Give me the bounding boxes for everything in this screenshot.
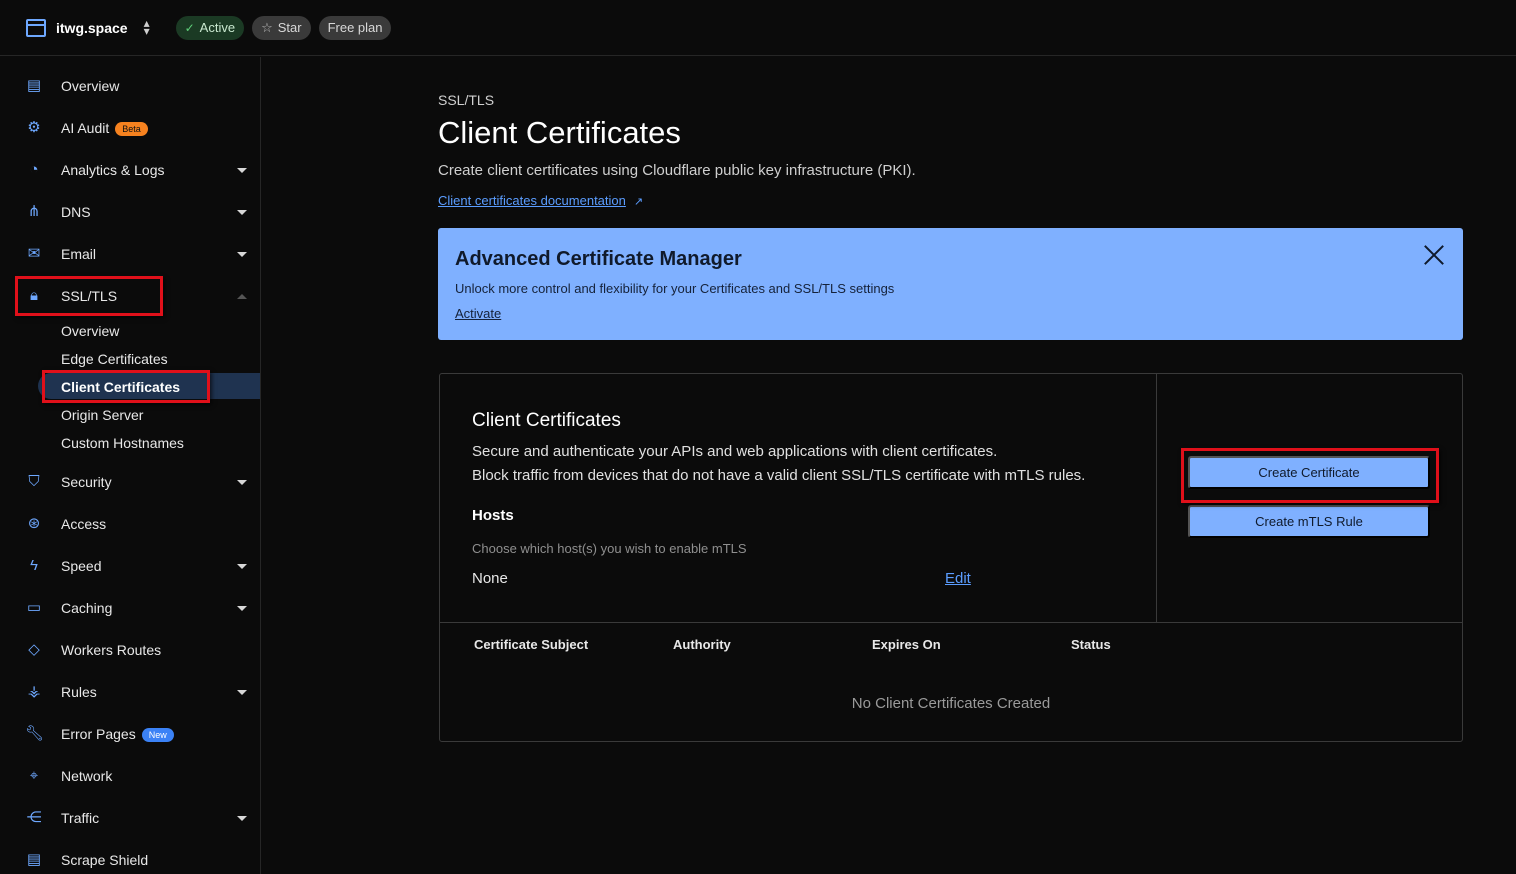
chevron-down-icon <box>237 815 247 821</box>
status-badge: ✓ Active <box>175 15 245 40</box>
close-icon[interactable] <box>1423 244 1445 266</box>
envelope-icon: ✉ <box>27 245 41 262</box>
browser-window-icon <box>26 18 46 37</box>
lightning-icon: ϟ <box>30 557 38 574</box>
sidebar-item-ai-audit[interactable]: ⚙ AI Audit Beta <box>0 107 260 149</box>
robot-icon: ⚙ <box>27 119 41 136</box>
new-badge: New <box>141 728 174 743</box>
column-header-status[interactable]: Status <box>1071 637 1111 652</box>
sidebar-subitem-overview[interactable]: Overview <box>61 321 119 341</box>
chevron-up-down-icon[interactable]: ▴ ▾ <box>140 17 154 37</box>
shield-icon: ⛉ <box>28 473 40 490</box>
sidebar: ▤ Overview ⚙ AI Audit Beta ◔ Analytics & … <box>0 57 261 874</box>
chevron-down-icon <box>237 689 247 695</box>
sidebar-item-error-pages[interactable]: 🔧︎ Error Pages New <box>0 713 260 755</box>
create-certificate-button[interactable]: Create Certificate <box>1188 456 1430 489</box>
wrench-icon: 🔧︎ <box>25 725 45 742</box>
sidebar-item-scrape-shield[interactable]: ▤ Scrape Shield <box>0 839 260 874</box>
chevron-down-icon <box>237 479 247 485</box>
chevron-down-icon <box>237 605 247 611</box>
check-icon: ✓ <box>184 20 195 35</box>
sidebar-item-security[interactable]: ⛉ Security <box>0 461 260 503</box>
page-title: Client Certificates <box>438 115 681 150</box>
sidebar-item-ssl-tls[interactable]: 🔒︎ SSL/TLS <box>0 275 260 317</box>
access-icon: ⊛ <box>27 515 41 532</box>
star-icon: ☆ <box>261 19 273 35</box>
top-bar: itwg.space ▴ ▾ ✓ Active ☆ Star Free plan <box>0 0 1516 56</box>
site-name[interactable]: itwg.space <box>56 20 128 36</box>
pie-chart-icon: ◔ <box>29 161 39 178</box>
card-description-2: Block traffic from devices that do not h… <box>472 467 1086 484</box>
edit-hosts-link[interactable]: Edit <box>945 570 971 587</box>
chevron-down-icon <box>237 209 247 215</box>
sidebar-item-analytics[interactable]: ◔ Analytics & Logs <box>0 149 260 191</box>
sidebar-item-overview[interactable]: ▤ Overview <box>0 65 260 107</box>
card-description-1: Secure and authenticate your APIs and we… <box>472 443 998 460</box>
sidebar-item-speed[interactable]: ϟ Speed <box>0 545 260 587</box>
chevron-down-icon <box>237 167 247 173</box>
sidebar-item-caching[interactable]: ▭ Caching <box>0 587 260 629</box>
network-tree-icon: ⋔ <box>27 203 41 220</box>
sidebar-subitem-custom-hostnames[interactable]: Custom Hostnames <box>61 433 184 453</box>
card-title: Client Certificates <box>472 410 621 431</box>
location-pin-icon: ⌖ <box>29 767 39 784</box>
chevron-down-icon <box>237 563 247 569</box>
column-header-authority[interactable]: Authority <box>673 637 731 652</box>
documentation-link[interactable]: Client certificates documentation ↗ <box>438 193 643 208</box>
hosts-hint: Choose which host(s) you wish to enable … <box>472 541 747 556</box>
create-mtls-rule-button[interactable]: Create mTLS Rule <box>1188 505 1430 538</box>
acm-banner: Advanced Certificate Manager Unlock more… <box>438 228 1463 340</box>
clipboard-icon: ▤ <box>26 77 42 94</box>
divider <box>440 622 1462 623</box>
column-header-certificate-subject[interactable]: Certificate Subject <box>474 637 588 652</box>
workers-icon: ◇ <box>28 641 40 658</box>
sidebar-item-workers-routes[interactable]: ◇ Workers Routes <box>0 629 260 671</box>
sidebar-subitem-origin-server[interactable]: Origin Server <box>61 405 143 425</box>
chevron-up-icon <box>237 293 247 299</box>
page-description: Create client certificates using Cloudfl… <box>438 162 916 179</box>
banner-title: Advanced Certificate Manager <box>455 248 742 270</box>
star-button[interactable]: ☆ Star <box>252 15 311 40</box>
beta-badge: Beta <box>115 122 148 137</box>
divider <box>1156 374 1157 622</box>
empty-table-message: No Client Certificates Created <box>851 695 1051 712</box>
sidebar-item-rules[interactable]: ⚶ Rules <box>0 671 260 713</box>
traffic-icon: ⋲ <box>26 809 42 826</box>
external-link-icon: ↗ <box>633 196 644 208</box>
hosts-value: None <box>472 570 508 587</box>
sidebar-item-access[interactable]: ⊛ Access <box>0 503 260 545</box>
sidebar-subitem-edge-certificates[interactable]: Edge Certificates <box>61 349 168 369</box>
plan-badge[interactable]: Free plan <box>318 15 392 40</box>
server-icon: ▭ <box>26 599 42 616</box>
lock-icon: 🔒︎ <box>30 287 38 304</box>
column-header-expires-on[interactable]: Expires On <box>872 637 941 652</box>
breadcrumb[interactable]: SSL/TLS <box>438 92 494 108</box>
activate-link[interactable]: Activate <box>455 306 501 321</box>
hosts-label: Hosts <box>472 507 514 524</box>
sidebar-item-dns[interactable]: ⋔ DNS <box>0 191 260 233</box>
client-certificates-card: Client Certificates Secure and authentic… <box>439 373 1463 742</box>
sidebar-item-network[interactable]: ⌖ Network <box>0 755 260 797</box>
sidebar-item-traffic[interactable]: ⋲ Traffic <box>0 797 260 839</box>
banner-text: Unlock more control and flexibility for … <box>455 281 895 296</box>
rules-icon: ⚶ <box>27 683 41 700</box>
chevron-down-icon <box>237 251 247 257</box>
sidebar-subitem-client-certificates[interactable]: Client Certificates <box>61 377 180 397</box>
sidebar-item-email[interactable]: ✉ Email <box>0 233 260 275</box>
document-icon: ▤ <box>26 851 42 868</box>
